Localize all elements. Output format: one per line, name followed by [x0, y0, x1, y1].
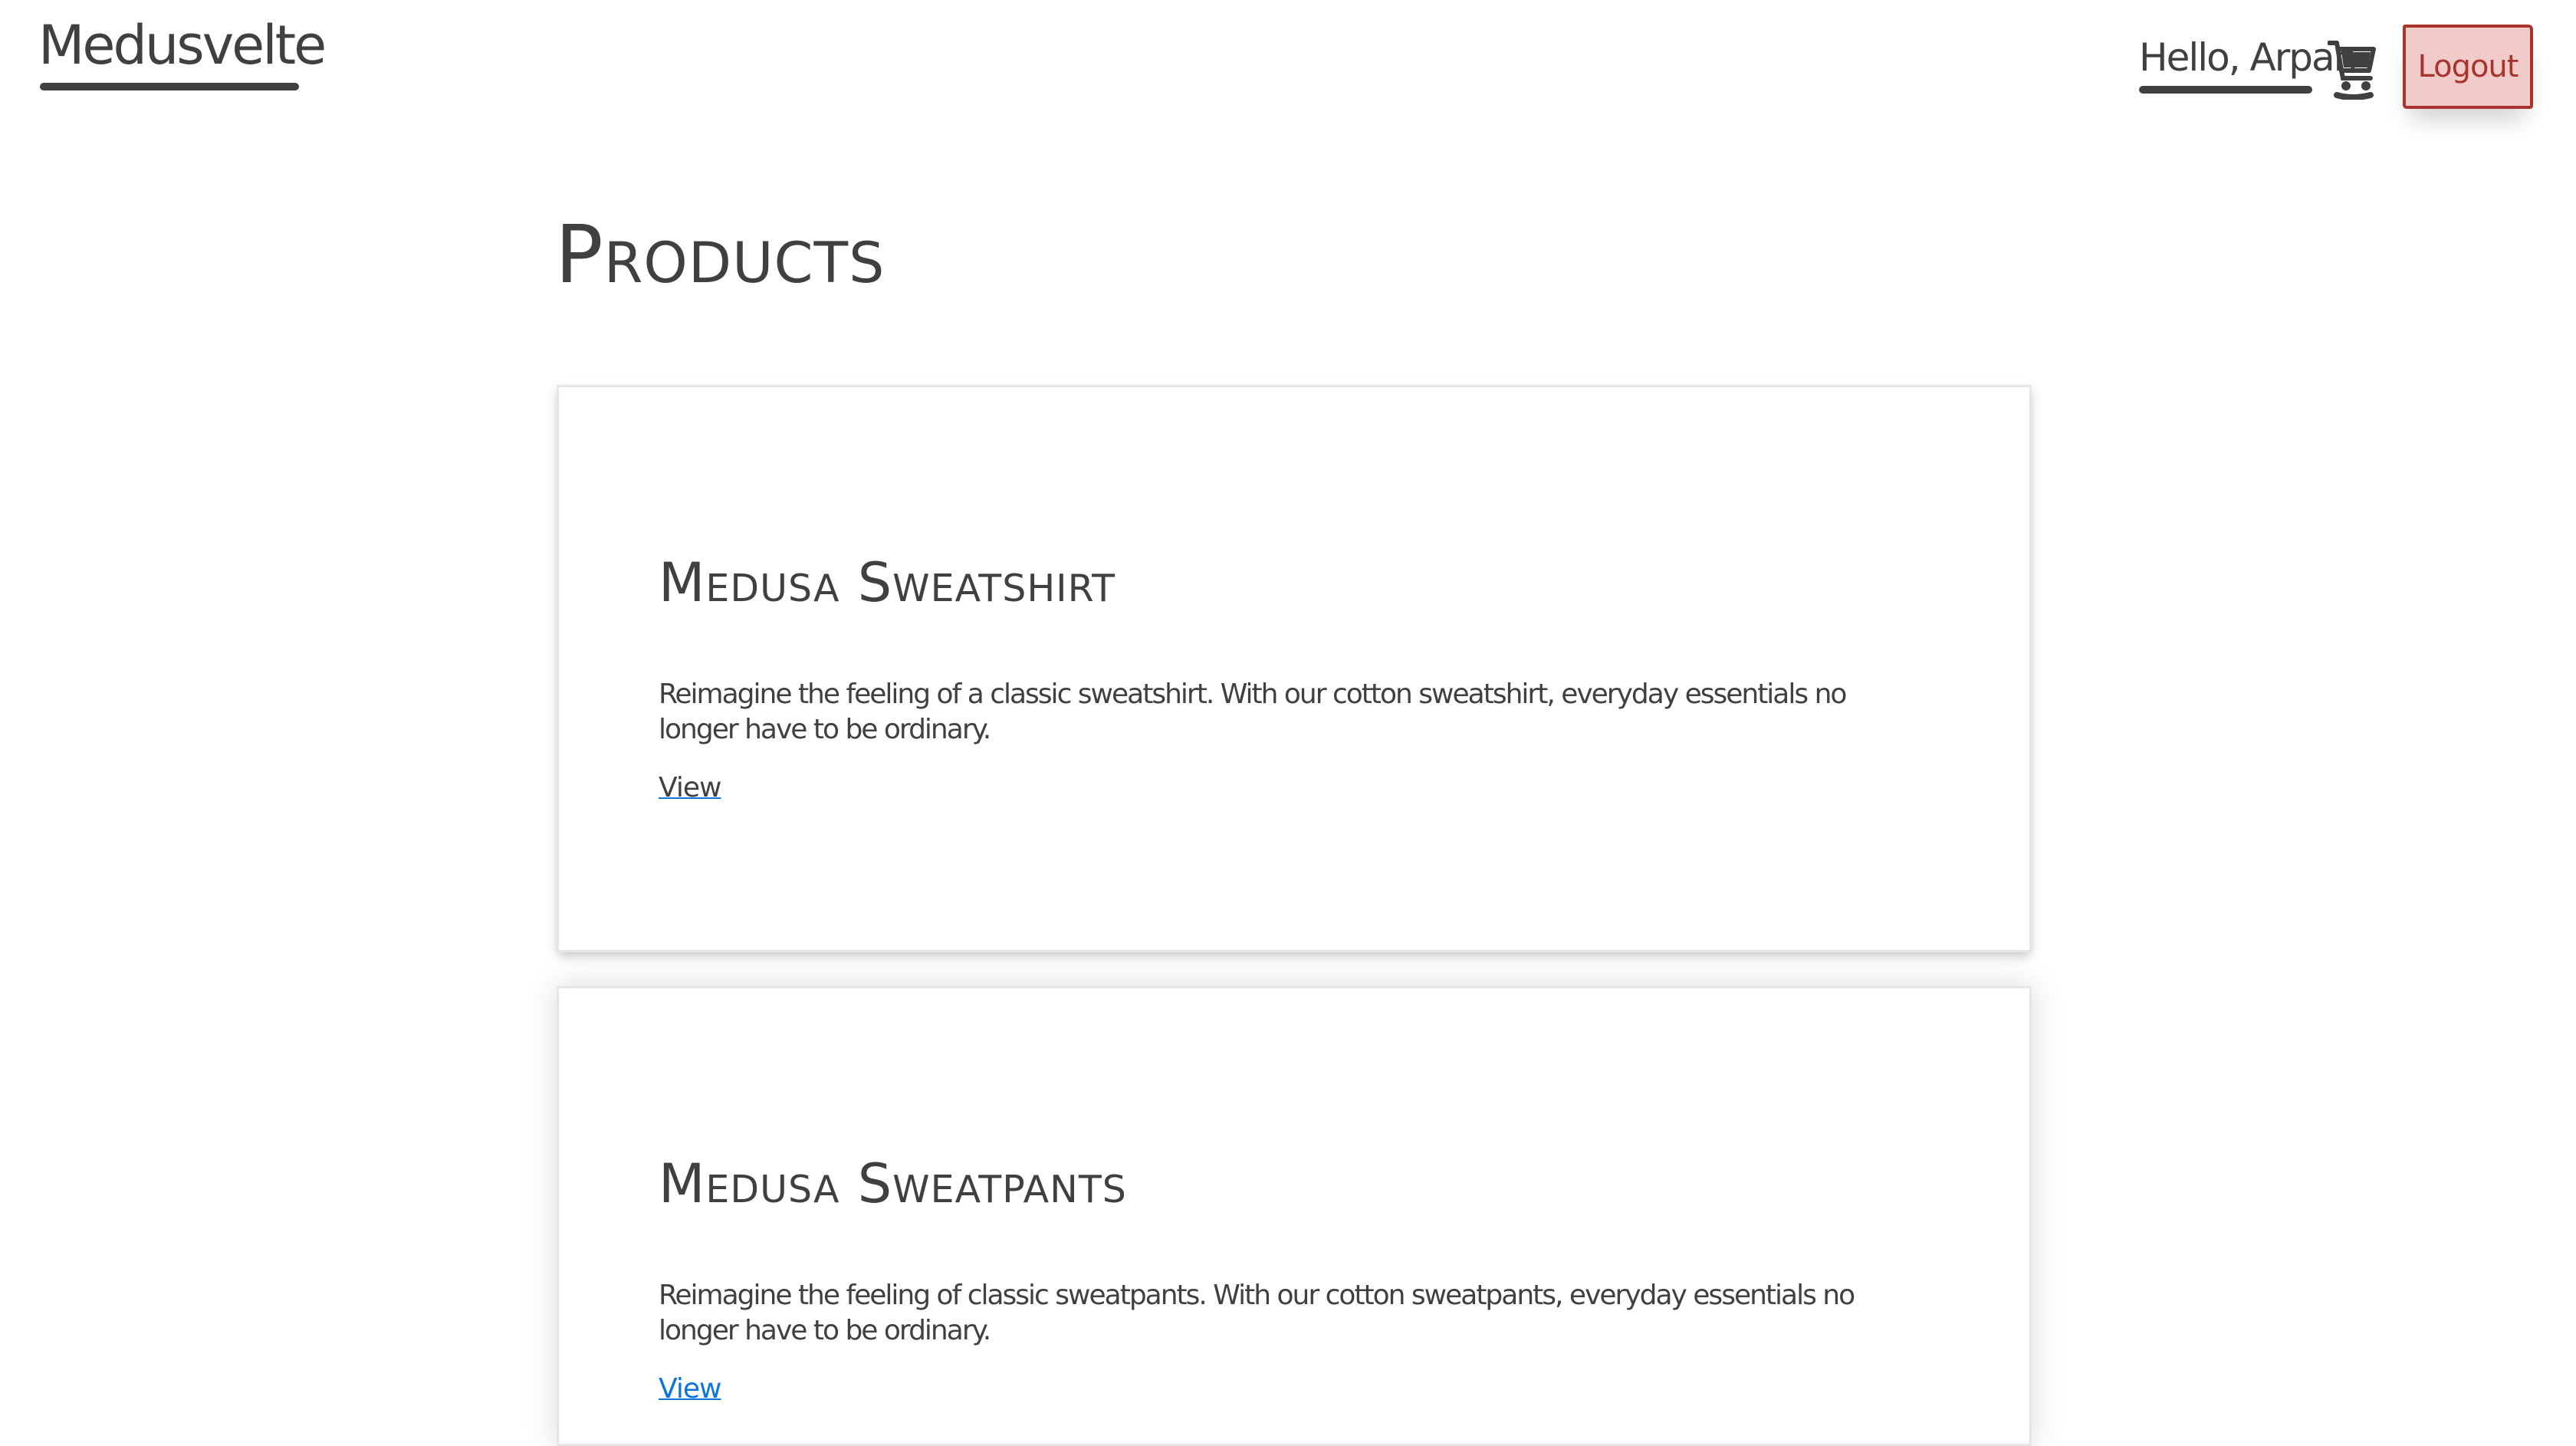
top-navbar: Medusvelte Hello, Arpan Logout [0, 0, 2576, 123]
user-greeting-link[interactable]: Hello, Arpan [2139, 31, 2358, 84]
product-title: Medusa Sweatshirt [659, 551, 1116, 614]
product-description: Reimagine the feeling of classic sweatpa… [659, 1280, 1855, 1346]
product-title: Medusa Sweatpants [659, 1152, 1127, 1215]
view-product-link[interactable]: View [659, 1372, 721, 1407]
brand-underline [40, 83, 299, 90]
greeting-underline [2139, 86, 2312, 94]
logout-button[interactable]: Logout [2403, 25, 2533, 109]
product-card: Medusa Sweatpants Reimagine the feeling … [557, 986, 2032, 1446]
product-description: Reimagine the feeling of a classic sweat… [659, 679, 1847, 745]
brand-logo-link[interactable]: Medusvelte [38, 11, 327, 80]
shopping-cart-icon[interactable] [2327, 38, 2377, 100]
view-product-link[interactable]: View [659, 771, 721, 806]
page-title: Products [555, 208, 886, 301]
product-card: Medusa Sweatshirt Reimagine the feeling … [557, 385, 2032, 952]
